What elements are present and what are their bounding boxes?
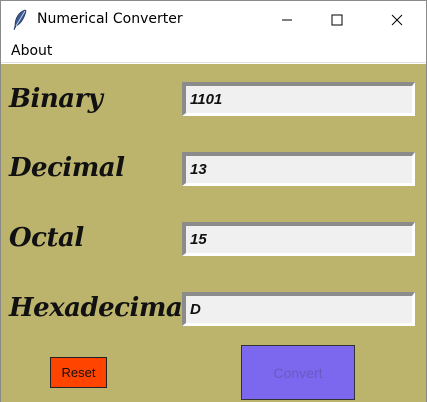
binary-label: Binary: [9, 84, 103, 114]
maximize-button[interactable]: [314, 1, 360, 39]
close-icon: [391, 14, 403, 26]
octal-label: Octal: [9, 223, 84, 253]
close-button[interactable]: [374, 1, 420, 39]
window-title: Numerical Converter: [37, 11, 183, 27]
decimal-label: Decimal: [9, 153, 125, 183]
menu-bar: About: [1, 39, 426, 63]
minimize-icon: [282, 19, 292, 21]
minimize-button[interactable]: [264, 1, 310, 39]
feather-icon: [11, 9, 29, 31]
reset-button[interactable]: Reset: [50, 357, 107, 388]
hexadecimal-input[interactable]: [182, 292, 415, 326]
binary-input[interactable]: [182, 82, 415, 116]
title-bar[interactable]: Numerical Converter: [1, 1, 426, 39]
converter-panel: Binary Decimal Octal Hexadecimal Reset C…: [1, 64, 426, 402]
menu-item-about[interactable]: About: [11, 43, 52, 59]
maximize-icon: [331, 14, 343, 26]
octal-input[interactable]: [182, 222, 415, 256]
app-window: Numerical Converter About Binary Decimal…: [0, 0, 427, 402]
hexadecimal-label: Hexadecimal: [9, 293, 192, 323]
decimal-input[interactable]: [182, 152, 415, 186]
convert-button[interactable]: Convert: [241, 345, 355, 400]
